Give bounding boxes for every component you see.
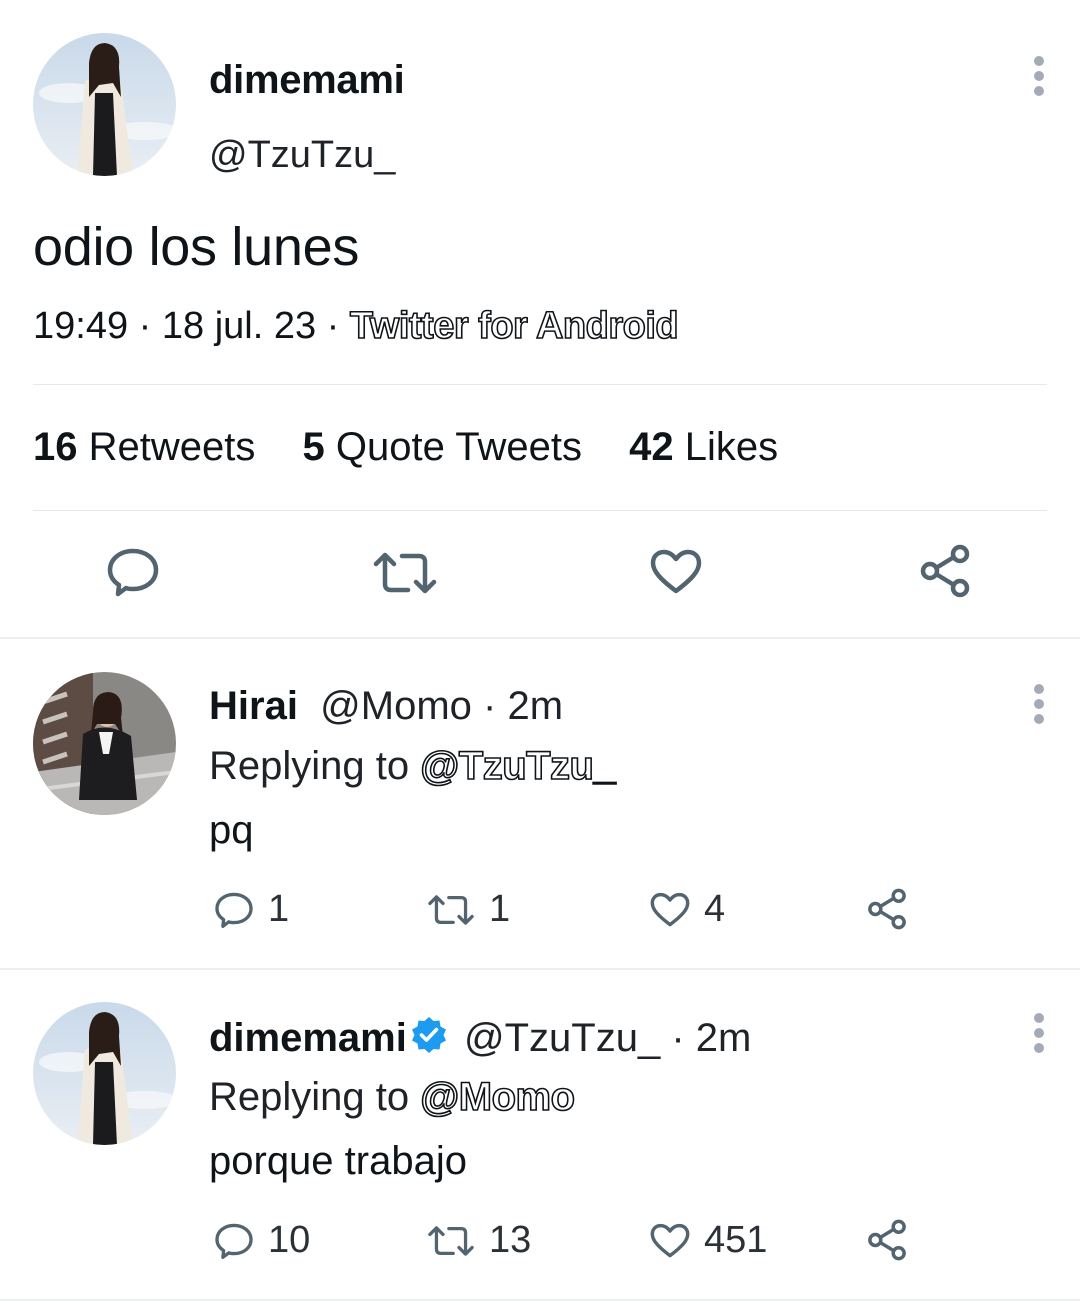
quotes-label: Quote Tweets [335,425,582,469]
share-icon[interactable] [918,544,972,598]
retweet-icon [428,1225,474,1256]
reply-count: 1 [268,888,290,930]
more-options-icon[interactable] [1019,1003,1059,1063]
tweet-source-link[interactable]: Twitter for Android [349,304,679,348]
reply-author-name[interactable]: Hirai [209,684,298,728]
reply-count: 10 [268,1219,311,1261]
quotes-count: 5 [302,425,325,469]
retweet-icon [428,894,474,925]
reply-author-handle[interactable]: @Momo [320,684,472,728]
reply-text: pq [209,808,254,852]
share-button[interactable] [866,888,908,930]
tweet-meta: 19:49 · 18 jul. 23 · Twitter for Android [33,304,679,348]
reply-icon[interactable] [106,547,160,597]
replying-to-label: Replying to [209,1075,410,1119]
reply-author-name[interactable]: dimemami [209,1016,407,1060]
author-handle[interactable]: @TzuTzu_ [209,134,395,177]
avatar-image [33,672,176,815]
reply-header: Hirai @Momo · 2m [209,684,563,729]
retweets-count: 16 [33,425,78,469]
retweets-label: Retweets [88,425,256,469]
like-icon [650,892,690,926]
reply-text: porque trabajo [209,1139,467,1183]
share-icon [868,1219,906,1261]
main-tweet: dimemami @TzuTzu_ odio los lunes 19:49 ·… [0,0,1080,638]
reply-tweet[interactable]: Hirai @Momo · 2m Replying to @TzuTzu_ pq… [0,640,1080,968]
retweet-count: 13 [489,1219,532,1261]
reply-header: dimemami @TzuTzu_ · 2m [209,1015,751,1065]
more-options-icon[interactable] [1019,46,1059,106]
like-icon [650,1223,690,1257]
reply-author-avatar[interactable] [33,672,176,815]
meta-separator: · [316,305,350,347]
retweets-stat[interactable]: 16 Retweets [33,425,255,469]
reply-button[interactable]: 10 [214,1219,310,1262]
section-separator [0,968,1080,970]
share-button[interactable] [866,1219,908,1261]
replying-to-mention[interactable]: @Momo [419,1074,575,1120]
avatar-image [33,1002,176,1145]
replying-to: Replying to @TzuTzu_ [209,743,617,789]
likes-stat[interactable]: 42 Likes [629,425,778,469]
replying-to-label: Replying to [209,744,410,788]
likes-count: 42 [629,425,674,469]
divider [33,510,1047,511]
more-options-icon[interactable] [1019,674,1059,734]
share-icon [868,888,906,930]
quote-tweets-stat[interactable]: 5 Quote Tweets [303,425,582,469]
reply-icon [215,1223,253,1259]
reply-author-avatar[interactable] [33,1002,176,1145]
like-button[interactable]: 451 [650,1219,767,1262]
tweet-date: 18 jul. 23 [161,305,317,347]
replying-to: Replying to @Momo [209,1074,576,1120]
section-separator [0,637,1080,639]
like-count: 451 [704,1219,768,1261]
likes-label: Likes [684,425,779,469]
tweet-time: 19:49 [33,305,129,347]
avatar-image [33,33,176,176]
tweet-stats: 16 Retweets 5 Quote Tweets 42 Likes [33,425,814,470]
retweet-button[interactable]: 1 [427,888,510,931]
author-avatar[interactable] [33,33,176,176]
like-icon[interactable] [650,549,702,595]
reply-button[interactable]: 1 [214,888,289,931]
reply-tweet[interactable]: dimemami @TzuTzu_ · 2m Replying to @Momo… [0,971,1080,1299]
reply-time: · 2m [483,684,564,728]
tweet-actions [0,540,1080,604]
reply-icon [215,892,253,928]
verified-badge-icon [409,1015,449,1065]
reply-time: · 2m [671,1016,752,1060]
tweet-text: odio los lunes [33,217,360,277]
retweet-button[interactable]: 13 [427,1219,531,1262]
retweet-count: 1 [489,888,511,930]
divider [33,384,1047,385]
meta-separator: · [128,305,162,347]
retweet-icon[interactable] [372,551,438,595]
author-name[interactable]: dimemami [209,58,405,103]
like-button[interactable]: 4 [650,888,725,931]
replying-to-mention[interactable]: @TzuTzu_ [419,743,616,789]
like-count: 4 [704,888,726,930]
reply-author-handle[interactable]: @TzuTzu_ [464,1016,660,1060]
